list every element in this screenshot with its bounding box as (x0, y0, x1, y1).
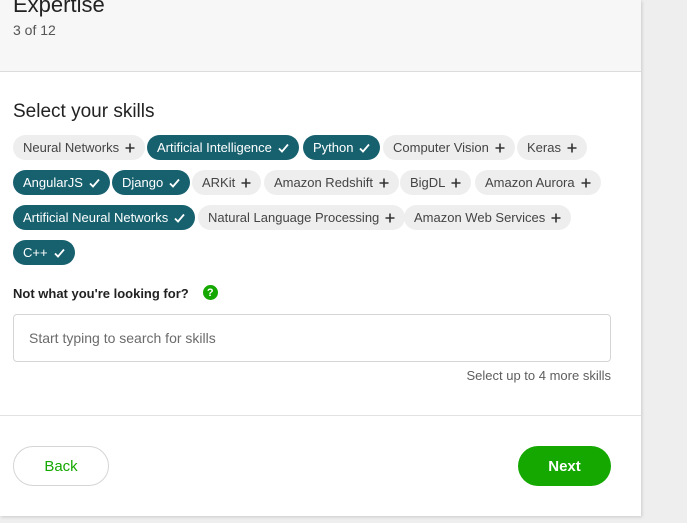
skill-chip-keras[interactable]: Keras (517, 135, 587, 160)
skill-chip-label: Neural Networks (23, 140, 120, 155)
plus-icon (379, 178, 389, 188)
skill-chip-computer-vision[interactable]: Computer Vision (383, 135, 515, 160)
skill-chip-python[interactable]: Python (303, 135, 381, 160)
skill-chip-amazon-web-services[interactable]: Amazon Web Services (404, 205, 572, 230)
skill-chip-angularjs[interactable]: AngularJS (13, 170, 110, 195)
skill-chip-label: Artificial Neural Networks (23, 210, 169, 225)
skill-chip-label: ARKit (202, 175, 236, 190)
skill-chip-label: Amazon Aurora (485, 175, 575, 190)
section-title: Select your skills (13, 101, 155, 122)
skill-chip-artificial-intelligence[interactable]: Artificial Intelligence (147, 135, 299, 160)
plus-icon (551, 213, 561, 223)
skill-chip-label: Artificial Intelligence (157, 140, 272, 155)
checkmark-icon (89, 178, 100, 188)
step-indicator: 3 of 12 (13, 22, 56, 38)
search-label-row: Not what you're looking for? ? (13, 285, 218, 301)
skill-chip-label: AngularJS (23, 175, 83, 190)
skill-chip-label: Computer Vision (393, 140, 489, 155)
page-title: Expertise (13, 0, 105, 17)
skill-chip-label: BigDL (410, 175, 446, 190)
skill-chip-django[interactable]: Django (112, 170, 191, 195)
checkmark-icon (278, 143, 289, 153)
search-label: Not what you're looking for? (13, 286, 189, 301)
skill-chip-neural-networks[interactable]: Neural Networks (13, 135, 146, 160)
skill-chip-label: Amazon Redshift (274, 175, 373, 190)
plus-icon (451, 178, 461, 188)
skill-chip-arkit[interactable]: ARKit (192, 170, 262, 195)
skill-chip-label: Keras (527, 140, 561, 155)
help-icon[interactable]: ? (202, 285, 218, 300)
skill-chip-label: C++ (23, 245, 48, 260)
skill-chip-bigdl[interactable]: BigDL (400, 170, 472, 195)
plus-icon (495, 143, 505, 153)
back-button[interactable]: Back (13, 446, 109, 486)
footer-divider (0, 415, 641, 416)
expertise-panel: Expertise 3 of 12 Select your skills Neu… (0, 0, 641, 516)
checkmark-icon (53, 248, 65, 258)
plus-icon (581, 178, 591, 188)
skills-remaining-hint: Select up to 4 more skills (466, 368, 611, 383)
plus-icon (125, 143, 135, 153)
skill-chip-label: Natural Language Processing (208, 210, 380, 225)
header: Expertise 3 of 12 (0, 0, 641, 72)
skill-chip-amazon-aurora[interactable]: Amazon Aurora (475, 170, 601, 195)
skill-search-input[interactable] (13, 314, 611, 362)
skill-chip-cpp[interactable]: C++ (13, 240, 75, 265)
skill-chip-artificial-neural-networks[interactable]: Artificial Neural Networks (13, 205, 196, 230)
skill-chip-label: Amazon Web Services (414, 210, 546, 225)
skill-chip-label: Python (313, 140, 354, 155)
skill-chip-natural-language-processing[interactable]: Natural Language Processing (198, 205, 406, 230)
skill-chip-label: Django (122, 175, 164, 190)
plus-icon (567, 143, 577, 153)
plus-icon (241, 178, 251, 188)
skill-chip-amazon-redshift[interactable]: Amazon Redshift (264, 170, 399, 195)
checkmark-icon (359, 143, 371, 153)
plus-icon (385, 213, 395, 223)
checkmark-icon (169, 178, 180, 188)
next-button[interactable]: Next (518, 446, 611, 486)
checkmark-icon (174, 213, 185, 223)
